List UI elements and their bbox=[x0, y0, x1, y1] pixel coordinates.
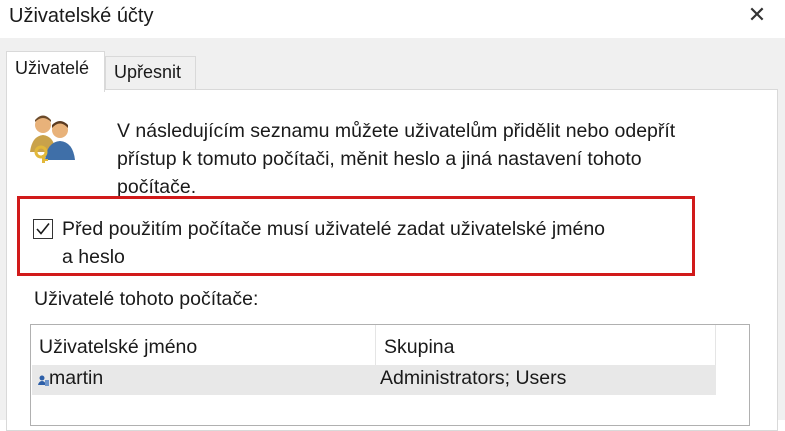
tab-users[interactable]: Uživatelé bbox=[6, 51, 105, 92]
column-header-username[interactable]: Uživatelské jméno bbox=[31, 325, 376, 365]
require-login-checkbox[interactable] bbox=[33, 219, 53, 239]
table-row[interactable]: martin Administrators; Users bbox=[32, 365, 716, 395]
description-text: V následujícím seznamu můžete uživatelům… bbox=[117, 117, 737, 201]
tab-advanced[interactable]: Upřesnit bbox=[105, 56, 196, 89]
title-bar: Uživatelské účty ✕ bbox=[0, 0, 785, 38]
description-line: přístup k tomuto počítači, měnit heslo a… bbox=[117, 148, 642, 170]
require-login-label-line: a heslo bbox=[62, 246, 125, 268]
require-login-label[interactable]: Před použitím počítače musí uživatelé za… bbox=[62, 215, 605, 271]
require-login-label-line: Před použitím počítače musí uživatelé za… bbox=[62, 218, 606, 240]
close-icon[interactable]: ✕ bbox=[744, 2, 770, 28]
users-table[interactable]: Uživatelské jméno Skupina martin Adminis… bbox=[30, 324, 750, 426]
user-group-cell: Administrators; Users bbox=[380, 367, 567, 389]
users-keys-icon bbox=[30, 112, 76, 164]
column-header-group[interactable]: Skupina bbox=[376, 325, 716, 365]
users-list-label: Uživatelé tohoto počítače: bbox=[34, 288, 259, 310]
check-icon bbox=[36, 223, 50, 235]
window-title: Uživatelské účty bbox=[9, 5, 154, 27]
description-line: V následujícím seznamu můžete uživatelům… bbox=[117, 120, 676, 142]
user-name-cell: martin bbox=[49, 367, 104, 389]
